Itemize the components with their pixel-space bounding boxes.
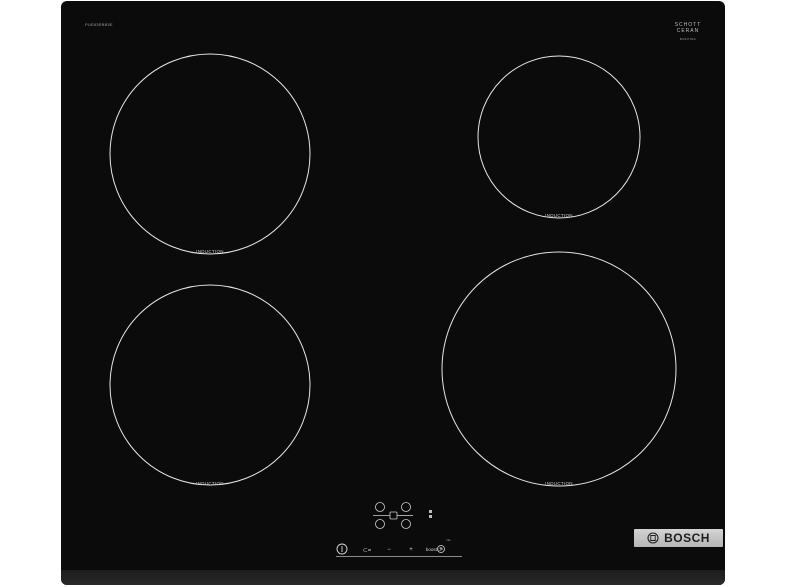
cooking-zone-front-right[interactable] xyxy=(441,251,677,487)
zone-select-rear-left-button[interactable] xyxy=(375,502,385,512)
zone-select-button[interactable]: ⊂= xyxy=(356,543,378,557)
cooking-zone-rear-right[interactable] xyxy=(477,55,641,219)
boost-label: boost ① xyxy=(425,547,443,552)
zone-select-front-left-button[interactable] xyxy=(375,519,385,529)
plus-label: + xyxy=(409,547,413,553)
control-strip: ⊂= − + boost ① min xyxy=(336,538,462,557)
brand-name: BOSCH xyxy=(664,531,710,545)
cluster-center-mark xyxy=(389,511,398,520)
cooking-zones-layer xyxy=(109,53,677,555)
timer-indicator-label: min xyxy=(446,538,451,542)
model-number: PUE63RBB5E xyxy=(85,22,113,27)
brand-badge: BOSCH xyxy=(634,529,723,547)
plus-button[interactable]: + xyxy=(400,543,422,557)
boost-button[interactable]: boost ① xyxy=(422,543,446,557)
bosch-armature-icon xyxy=(647,532,659,544)
cooktop-frame-edge xyxy=(61,570,725,585)
zone-select-front-right-button[interactable] xyxy=(401,519,411,529)
zone-label-rear-right: INDUCTION xyxy=(545,213,573,218)
minus-label: − xyxy=(387,547,391,553)
cooktop-glass-panel: PUE63RBB5E SCHOTT CERAN BASOTEC INDUCTIO… xyxy=(61,1,725,585)
glass-brand-line2: CERAN xyxy=(676,28,700,34)
zone-selector-cluster xyxy=(373,502,413,529)
zone-label-rear-left: INDUCTION xyxy=(196,481,224,486)
zone-label-front-left: INDUCTION xyxy=(196,249,224,254)
lock-icon[interactable] xyxy=(429,510,432,518)
glass-brand-sub: BASOTEC xyxy=(679,37,697,41)
glass-brand-mark: SCHOTT CERAN BASOTEC xyxy=(673,22,703,42)
cooking-zone-rear-left[interactable] xyxy=(109,284,311,486)
cooking-zone-front-left[interactable] xyxy=(109,53,311,255)
minus-button[interactable]: − xyxy=(378,543,400,557)
zone-label-front-right: INDUCTION xyxy=(545,481,573,486)
zone-select-label: ⊂= xyxy=(362,547,372,554)
control-strip-underline xyxy=(336,556,462,557)
zone-select-rear-right-button[interactable] xyxy=(401,502,411,512)
